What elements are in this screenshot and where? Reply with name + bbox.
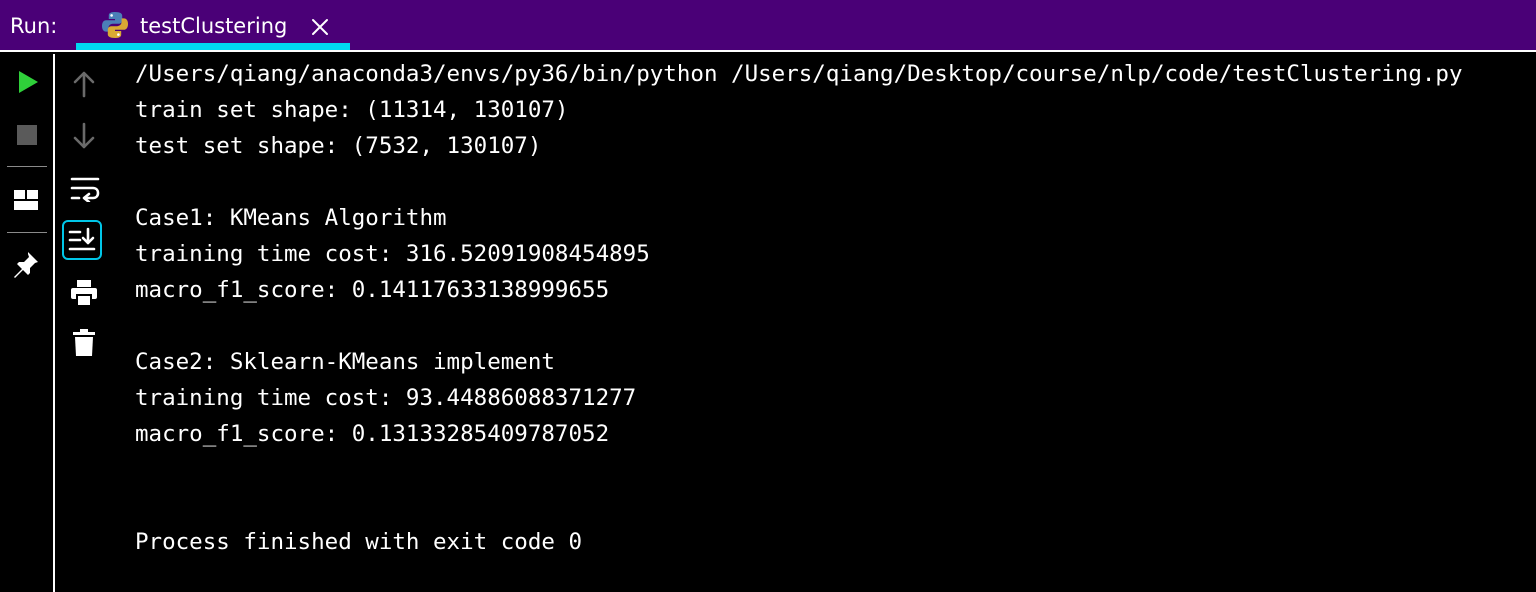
console-output[interactable]: /Users/qiang/anaconda3/envs/py36/bin/pyt… — [135, 56, 1530, 586]
python-icon — [100, 10, 130, 40]
console-line: Process finished with exit code 0 — [135, 529, 583, 555]
console-line: training time cost: 316.52091908454895 — [135, 241, 650, 267]
close-icon[interactable] — [310, 17, 330, 37]
tab-title: testClustering — [140, 14, 288, 38]
run-tool-window: Run: testClustering /Users/qiang/anacond… — [0, 0, 1536, 592]
toolbar-separator — [7, 232, 47, 233]
pin-icon[interactable] — [12, 250, 40, 284]
scroll-to-end-icon[interactable] — [62, 220, 102, 260]
console-line: Case1: KMeans Algorithm — [135, 205, 447, 231]
console-actions-toolbar — [57, 54, 117, 592]
stop-icon[interactable] — [16, 124, 38, 150]
console-line: macro_f1_score: 0.13133285409787052 — [135, 421, 610, 447]
run-panel-header: Run: testClustering — [0, 0, 1536, 52]
console-line: Case2: Sklearn-KMeans implement — [135, 349, 555, 375]
layout-icon[interactable] — [13, 188, 39, 216]
console-line: train set shape: (11314, 130107) — [135, 97, 569, 123]
run-icon[interactable] — [16, 70, 40, 98]
active-tab-indicator — [76, 43, 350, 50]
console-line: test set shape: (7532, 130107) — [135, 133, 542, 159]
trash-icon[interactable] — [72, 328, 96, 362]
console-line: training time cost: 93.44886088371277 — [135, 385, 637, 411]
toolbar-separator — [7, 166, 47, 167]
console-line: macro_f1_score: 0.14117633138999655 — [135, 277, 610, 303]
arrow-up-icon[interactable] — [72, 70, 96, 102]
soft-wrap-icon[interactable] — [70, 176, 100, 206]
run-label: Run: — [10, 14, 58, 38]
print-icon[interactable] — [69, 278, 99, 312]
console-line: /Users/qiang/anaconda3/envs/py36/bin/pyt… — [135, 61, 1463, 87]
tab-testclustering[interactable]: testClustering — [76, 0, 350, 50]
run-actions-toolbar — [0, 54, 55, 592]
arrow-down-icon[interactable] — [72, 122, 96, 154]
